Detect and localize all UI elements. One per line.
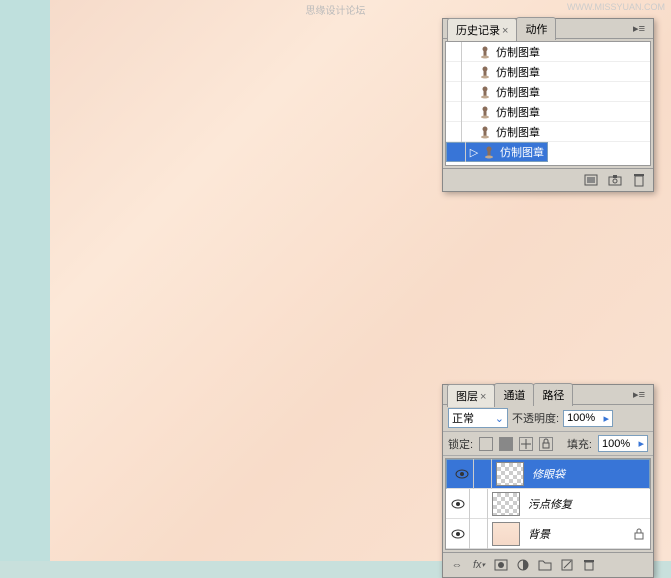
history-item-label: 仿制图章 bbox=[492, 124, 540, 140]
layer-list: 修眼袋 污点修复 背景 bbox=[445, 458, 651, 550]
history-panel: 历史记录× 动作 ▸≡ 仿制图章 仿制图章 仿制图章 仿制图章 仿制图章 ▷仿制… bbox=[442, 18, 654, 192]
history-vis-toggle[interactable] bbox=[446, 62, 462, 82]
tab-actions-label: 动作 bbox=[525, 24, 547, 36]
layer-name[interactable]: 污点修复 bbox=[524, 496, 650, 512]
layer-thumbnail[interactable] bbox=[496, 462, 524, 486]
lock-pixels-icon[interactable] bbox=[499, 437, 513, 451]
layer-thumbnail[interactable] bbox=[492, 492, 520, 516]
history-item[interactable]: 仿制图章 bbox=[446, 82, 650, 102]
panel-menu-icon[interactable]: ▸≡ bbox=[629, 22, 649, 35]
tab-history-label: 历史记录 bbox=[456, 25, 500, 37]
visibility-toggle[interactable] bbox=[450, 459, 474, 489]
visibility-toggle[interactable] bbox=[446, 489, 470, 519]
clone-stamp-icon bbox=[478, 105, 492, 119]
history-item-label: 仿制图章 bbox=[492, 84, 540, 100]
tab-paths-label: 路径 bbox=[542, 390, 564, 402]
history-item[interactable]: 仿制图章 bbox=[446, 62, 650, 82]
history-item-label: 仿制图章 bbox=[492, 44, 540, 60]
clone-stamp-icon bbox=[478, 45, 492, 59]
history-vis-toggle[interactable] bbox=[446, 122, 462, 142]
lock-position-icon[interactable] bbox=[519, 437, 533, 451]
clone-stamp-icon bbox=[482, 145, 496, 159]
trash-icon[interactable] bbox=[581, 557, 597, 573]
new-snapshot-icon[interactable] bbox=[607, 172, 623, 188]
tab-paths[interactable]: 路径 bbox=[533, 383, 573, 406]
tab-close-icon[interactable]: × bbox=[502, 25, 508, 37]
blend-mode-value: 正常 bbox=[452, 410, 474, 426]
watermark-url: WWW.MISSYUAN.COM bbox=[567, 2, 665, 12]
opacity-value: 100% bbox=[567, 412, 595, 424]
fx-icon[interactable]: fx▾ bbox=[471, 557, 487, 573]
chevron-right-icon: ▸ bbox=[604, 412, 610, 425]
layer-row[interactable]: 修眼袋 bbox=[446, 459, 650, 489]
link-slot[interactable] bbox=[470, 489, 488, 519]
layers-tabs: 图层× 通道 路径 ▸≡ bbox=[443, 385, 653, 405]
adjustment-layer-icon[interactable] bbox=[515, 557, 531, 573]
history-tabs: 历史记录× 动作 ▸≡ bbox=[443, 19, 653, 39]
history-item[interactable]: ▷ 仿制图章 bbox=[446, 142, 548, 162]
panel-menu-icon[interactable]: ▸≡ bbox=[629, 388, 649, 401]
layer-row[interactable]: 污点修复 bbox=[446, 489, 650, 519]
tab-actions[interactable]: 动作 bbox=[516, 17, 556, 40]
visibility-toggle[interactable] bbox=[446, 519, 470, 549]
layer-thumbnail[interactable] bbox=[492, 522, 520, 546]
blend-mode-select[interactable]: 正常 ⌄ bbox=[448, 408, 508, 428]
opacity-label: 不透明度: bbox=[512, 410, 559, 426]
clone-stamp-icon bbox=[478, 125, 492, 139]
canvas-bg-left bbox=[0, 0, 50, 561]
tab-layers-label: 图层 bbox=[456, 391, 478, 403]
fill-value: 100% bbox=[602, 438, 630, 450]
new-layer-icon[interactable] bbox=[559, 557, 575, 573]
history-cursor-current: ▷ bbox=[466, 146, 482, 159]
fill-label: 填充: bbox=[567, 436, 592, 452]
watermark-text: 思缘设计论坛 bbox=[306, 2, 366, 17]
history-list: 仿制图章 仿制图章 仿制图章 仿制图章 仿制图章 ▷ 仿制图章 bbox=[445, 41, 651, 166]
history-item[interactable]: 仿制图章 bbox=[446, 122, 650, 142]
history-item-label: 仿制图章 bbox=[492, 104, 540, 120]
lock-icon bbox=[634, 528, 644, 540]
tab-close-icon[interactable]: × bbox=[480, 391, 486, 403]
tab-history[interactable]: 历史记录× bbox=[447, 18, 517, 41]
layer-row[interactable]: 背景 bbox=[446, 519, 650, 549]
history-vis-toggle[interactable] bbox=[450, 142, 466, 162]
fill-input[interactable]: 100% ▸ bbox=[598, 435, 648, 452]
history-vis-toggle[interactable] bbox=[446, 42, 462, 62]
lock-label: 锁定: bbox=[448, 436, 473, 452]
create-document-icon[interactable] bbox=[583, 172, 599, 188]
clone-stamp-icon bbox=[478, 65, 492, 79]
chevron-right-icon: ▸ bbox=[638, 437, 644, 450]
trash-icon[interactable] bbox=[631, 172, 647, 188]
clone-stamp-icon bbox=[478, 85, 492, 99]
tab-layers[interactable]: 图层× bbox=[447, 384, 495, 407]
history-item-label: 仿制图章 bbox=[492, 64, 540, 80]
history-item[interactable]: 仿制图章 bbox=[446, 102, 650, 122]
layer-blend-row: 正常 ⌄ 不透明度: 100% ▸ bbox=[443, 405, 653, 432]
lock-transparency-icon[interactable] bbox=[479, 437, 493, 451]
history-item[interactable]: 仿制图章 bbox=[446, 42, 650, 62]
layers-footer: ⇔ fx▾ bbox=[443, 552, 653, 577]
group-icon[interactable] bbox=[537, 557, 553, 573]
chevron-down-icon: ⌄ bbox=[495, 412, 504, 425]
link-slot[interactable] bbox=[470, 519, 488, 549]
layers-panel: 图层× 通道 路径 ▸≡ 正常 ⌄ 不透明度: 100% ▸ 锁定: 填充: 100… bbox=[442, 384, 654, 578]
history-vis-toggle[interactable] bbox=[446, 82, 462, 102]
lock-all-icon[interactable] bbox=[539, 437, 553, 451]
history-item-label: 仿制图章 bbox=[496, 144, 544, 160]
layer-name[interactable]: 修眼袋 bbox=[528, 466, 646, 482]
layer-lock-row: 锁定: 填充: 100% ▸ bbox=[443, 432, 653, 456]
link-layers-icon[interactable]: ⇔ bbox=[449, 557, 465, 573]
opacity-input[interactable]: 100% ▸ bbox=[563, 410, 613, 427]
history-vis-toggle[interactable] bbox=[446, 102, 462, 122]
history-footer bbox=[443, 168, 653, 191]
layer-name[interactable]: 背景 bbox=[524, 526, 634, 542]
tab-channels[interactable]: 通道 bbox=[494, 383, 534, 406]
layer-mask-icon[interactable] bbox=[493, 557, 509, 573]
link-slot[interactable] bbox=[474, 459, 492, 489]
tab-channels-label: 通道 bbox=[503, 390, 525, 402]
